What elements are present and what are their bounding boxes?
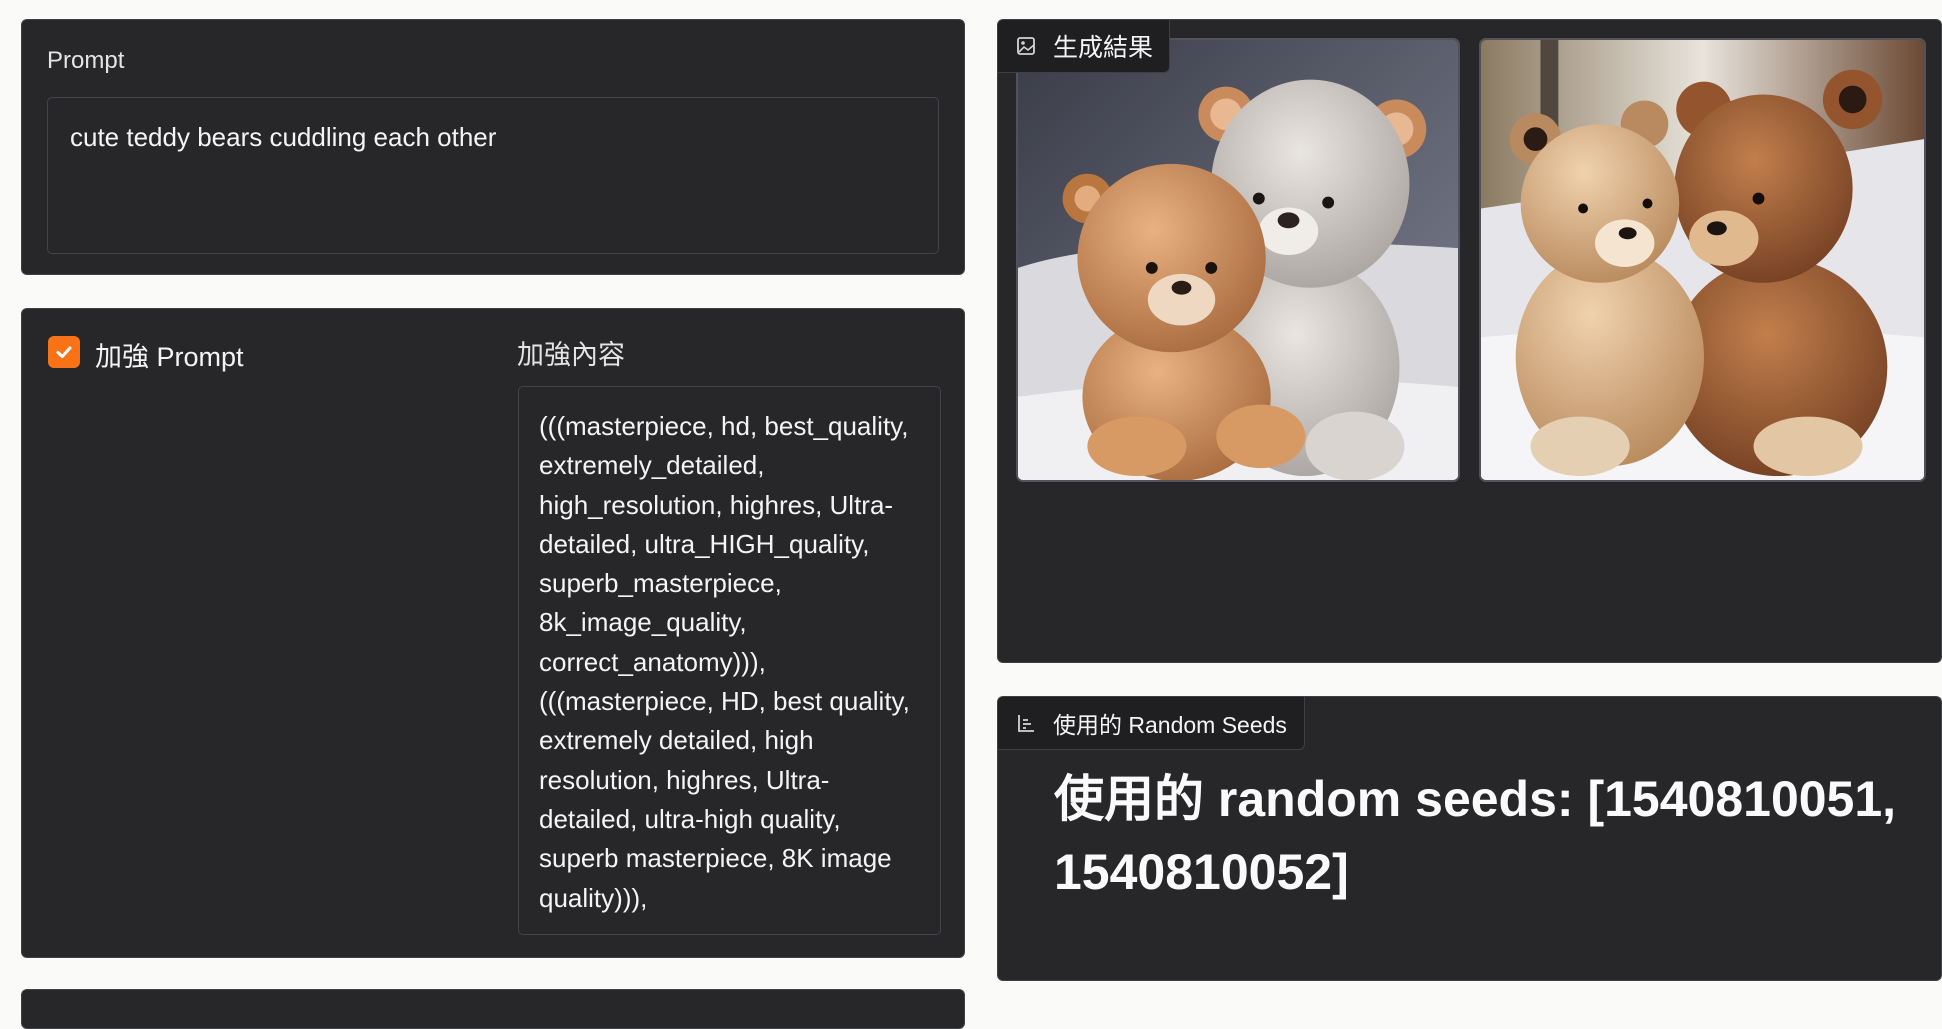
checkmark-icon — [56, 346, 72, 358]
enhance-panel: 加強 Prompt 加強內容 (((masterpiece, hd, best_… — [21, 308, 965, 958]
gallery-tab-label: 生成結果 — [998, 20, 1171, 73]
bar-chart-icon — [1018, 715, 1034, 732]
enhance-prompt-label[interactable]: 加強 Prompt — [95, 335, 244, 374]
generated-image-2[interactable] — [1479, 38, 1926, 482]
gallery-panel: 生成結果 — [997, 19, 1942, 663]
teddy-bears-image — [1018, 40, 1458, 480]
enhance-content-label: 加強內容 — [517, 340, 625, 370]
next-panel — [21, 989, 965, 1029]
generated-image-1[interactable] — [1016, 38, 1460, 482]
prompt-label: Prompt — [47, 47, 125, 74]
seeds-panel: 使用的 Random Seeds 使用的 random seeds: [1540… — [997, 696, 1942, 981]
enhance-content-textarea[interactable]: (((masterpiece, hd, best_quality, extrem… — [518, 386, 941, 935]
seeds-output-text: 使用的 random seeds: [1540810051, 154081005… — [1054, 771, 1897, 900]
prompt-panel: Prompt cute teddy bears cuddling each ot… — [21, 19, 965, 275]
teddy-bears-image — [1481, 40, 1924, 480]
seeds-tab-label: 使用的 Random Seeds — [998, 697, 1305, 750]
image-icon — [1017, 37, 1035, 55]
prompt-textarea[interactable]: cute teddy bears cuddling each other — [47, 97, 939, 254]
enhance-prompt-checkbox[interactable] — [48, 336, 80, 368]
seeds-label: 使用的 Random Seeds — [1053, 712, 1287, 738]
gallery-label: 生成結果 — [1053, 34, 1154, 62]
